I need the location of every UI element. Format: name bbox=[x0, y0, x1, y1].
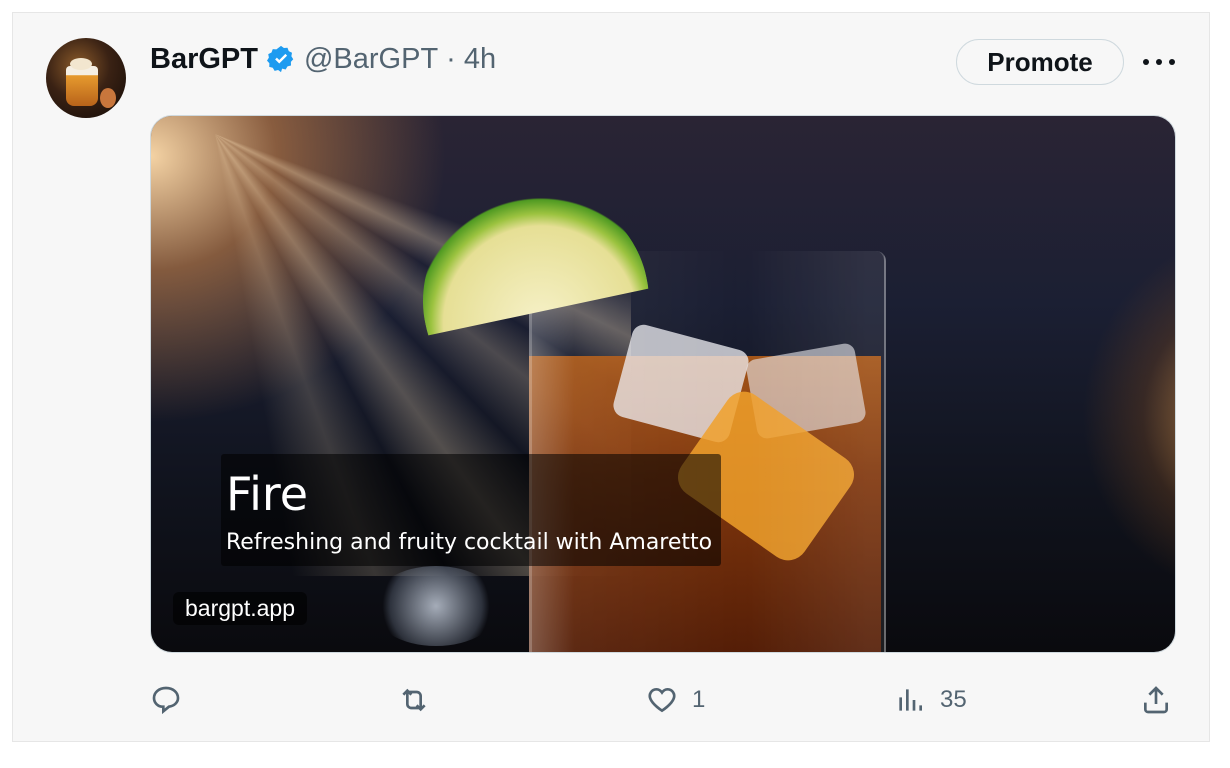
post-timestamp[interactable]: 4h bbox=[464, 43, 496, 76]
action-bar: 1 35 bbox=[150, 680, 1180, 720]
heart-icon bbox=[648, 687, 676, 713]
avatar-foam bbox=[70, 58, 92, 70]
repost-icon bbox=[402, 688, 426, 712]
views-icon bbox=[899, 689, 922, 711]
post-header: BarGPT @BarGPT · 4h bbox=[150, 40, 496, 78]
views-button[interactable]: 35 bbox=[894, 680, 967, 720]
share-button[interactable] bbox=[1140, 680, 1172, 720]
card-title: Fire bbox=[226, 467, 309, 521]
avatar[interactable] bbox=[46, 38, 126, 118]
water-splash bbox=[371, 566, 501, 646]
share-icon bbox=[1144, 686, 1168, 714]
reply-button[interactable] bbox=[150, 680, 196, 720]
glass bbox=[529, 251, 886, 652]
promote-button[interactable]: Promote bbox=[956, 39, 1124, 85]
reply-icon bbox=[152, 686, 180, 715]
like-button[interactable]: 1 bbox=[646, 680, 705, 720]
avatar-egg bbox=[100, 88, 116, 108]
card-domain[interactable]: bargpt.app bbox=[173, 592, 307, 625]
card-caption: Fire Refreshing and fruity cocktail with… bbox=[221, 454, 721, 566]
verified-badge-icon[interactable] bbox=[266, 44, 296, 74]
like-count: 1 bbox=[692, 686, 706, 713]
repost-button[interactable] bbox=[398, 680, 444, 720]
card-description: Refreshing and fruity cocktail with Amar… bbox=[226, 530, 713, 555]
views-count: 35 bbox=[940, 686, 967, 713]
more-horizontal-icon[interactable] bbox=[1140, 48, 1178, 76]
avatar-cocktail-glass bbox=[66, 66, 98, 106]
author-handle[interactable]: @BarGPT bbox=[304, 43, 438, 76]
link-card[interactable]: Fire Refreshing and fruity cocktail with… bbox=[150, 115, 1176, 653]
author-name[interactable]: BarGPT bbox=[150, 43, 258, 76]
separator-dot: · bbox=[446, 42, 456, 75]
